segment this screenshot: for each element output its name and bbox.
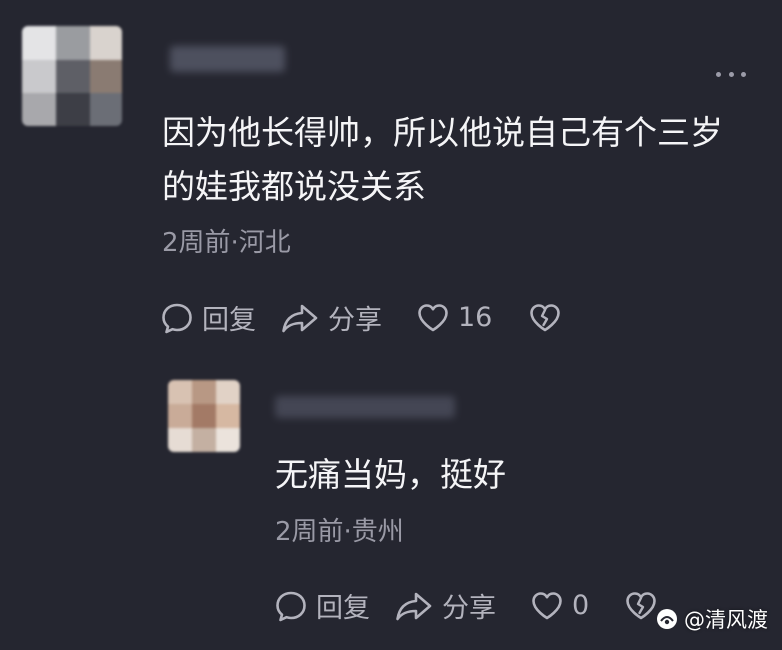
heart-icon <box>418 303 448 331</box>
reply-text: 无痛当妈，挺好 <box>275 455 506 494</box>
like-button[interactable]: 0 <box>530 589 624 623</box>
reply-avatar[interactable] <box>168 380 240 452</box>
reply-label: 回复 <box>202 305 256 336</box>
comment-actions: 回复 分享 16 <box>160 298 562 337</box>
share-label: 分享 <box>328 305 382 336</box>
reply-button[interactable]: 回复 <box>160 298 280 337</box>
reply-label: 回复 <box>316 593 370 624</box>
share-button[interactable]: 分享 <box>394 586 530 625</box>
more-options-icon[interactable] <box>716 66 746 82</box>
dislike-button[interactable] <box>624 589 658 623</box>
like-count: 0 <box>572 590 590 621</box>
comment-text: 因为他长得帅，所以他说自己有个三岁的娃我都说没关系 <box>162 113 723 206</box>
comment-meta: 2周前·河北 <box>162 228 291 258</box>
share-arrow-icon <box>396 592 432 620</box>
broken-heart-icon <box>530 303 560 331</box>
speech-bubble-icon <box>276 591 306 621</box>
watermark-text: @清风渡 <box>684 608 768 632</box>
reply-button[interactable]: 回复 <box>274 586 394 625</box>
dislike-button[interactable] <box>528 301 562 335</box>
heart-icon <box>532 591 562 619</box>
watermark: @清风渡 <box>656 604 768 634</box>
share-button[interactable]: 分享 <box>280 298 416 337</box>
like-count: 16 <box>458 302 493 333</box>
reply-username[interactable] <box>275 396 455 418</box>
speech-bubble-icon <box>162 303 192 333</box>
comment-thread: 因为他长得帅，所以他说自己有个三岁的娃我都说没关系 2周前·河北 回复 分享 1… <box>0 0 782 650</box>
share-label: 分享 <box>442 593 496 624</box>
like-button[interactable]: 16 <box>416 301 528 335</box>
share-arrow-icon <box>282 304 318 332</box>
username[interactable] <box>170 46 285 72</box>
reply-meta: 2周前·贵州 <box>275 517 404 547</box>
platform-logo-icon <box>657 609 677 629</box>
broken-heart-icon <box>626 591 656 619</box>
reply-actions: 回复 分享 0 <box>274 586 658 625</box>
avatar[interactable] <box>22 26 122 126</box>
